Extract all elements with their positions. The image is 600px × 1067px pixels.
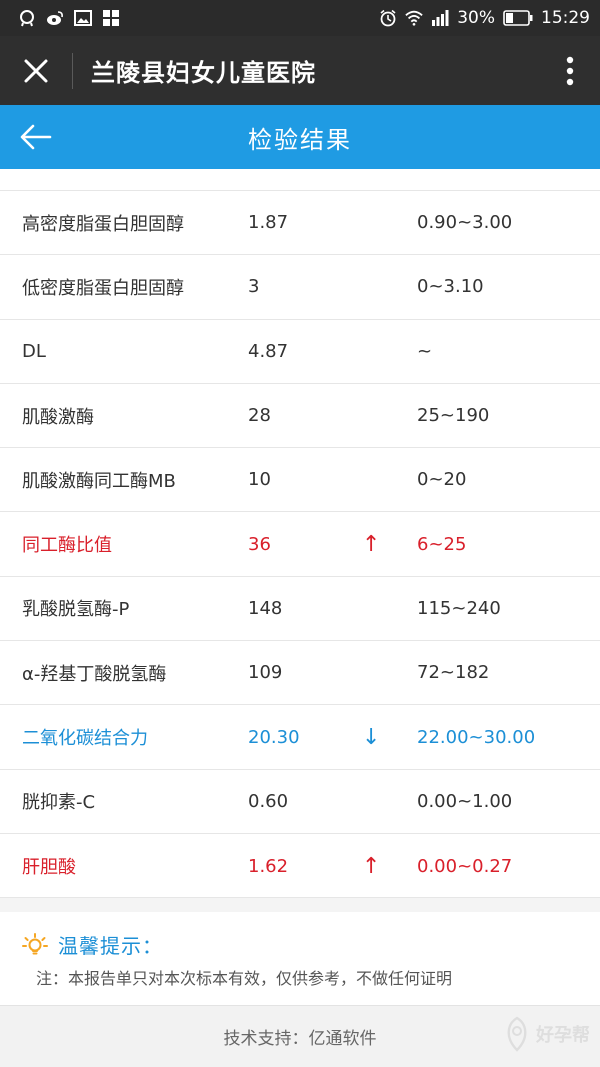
status-notifications xyxy=(18,9,120,27)
watermark-logo-icon xyxy=(507,1016,527,1052)
result-reference-range: 0~3.10 xyxy=(417,276,484,298)
alarm-icon xyxy=(380,9,396,27)
result-value: 109 xyxy=(248,662,283,684)
qq-icon xyxy=(20,10,34,27)
watermark-text: 好孕帮 xyxy=(536,1025,590,1046)
result-row: 高密度脂蛋白胆固醇 1.87 0.90~3.00 xyxy=(0,191,600,256)
result-name: 高密度脂蛋白胆固醇 xyxy=(22,213,184,235)
result-name: 胱抑素-C xyxy=(22,792,96,814)
result-reference-range: 0~20 xyxy=(417,469,467,491)
result-value: 3 xyxy=(248,276,260,298)
result-value: 0.60 xyxy=(248,790,289,812)
result-reference-range: 22.00~30.00 xyxy=(417,726,536,748)
result-name: 二氧化碳结合力 xyxy=(22,728,148,750)
webview-title-bar: 兰陵县妇女儿童医院 xyxy=(0,36,600,105)
result-reference-range: 0.00~0.27 xyxy=(417,855,513,877)
result-name: 肌酸激酶同工酶MB xyxy=(22,470,176,492)
results-table[interactable]: 高密度脂蛋白胆固醇 1.87 0.90~3.00 低密度脂蛋白胆固醇 3 0~3.10 DL… xyxy=(0,169,600,897)
battery-icon xyxy=(503,10,533,26)
close-icon xyxy=(24,59,48,82)
footer-text: 技术支持：亿通软件 xyxy=(223,1029,377,1049)
result-value: 1.87 xyxy=(248,212,289,234)
tip-note: 注：本报告单只对本次标本有效，仅供参考，不做任何证明 xyxy=(36,969,453,988)
result-row: 同工酶比值 36 ↑ 6~25 xyxy=(0,512,600,577)
status-bar: 30% 15:29 xyxy=(0,0,600,36)
tip-section: 温馨提示： 注：本报告单只对本次标本有效，仅供参考，不做任何证明 xyxy=(0,912,600,1005)
status-system: 30% 15:29 xyxy=(379,8,590,28)
watermark: 好孕帮 xyxy=(502,1016,590,1052)
result-row: α-羟基丁酸脱氢酶 109 72~182 xyxy=(0,641,600,706)
result-flag: ↓ xyxy=(362,724,381,750)
result-name: 肌酸激酶 xyxy=(22,406,94,428)
section-gap xyxy=(0,897,600,912)
result-row: 低密度脂蛋白胆固醇 3 0~3.10 xyxy=(0,255,600,320)
result-name: 肝胆酸 xyxy=(22,857,76,879)
page-header: 检验结果 xyxy=(0,105,600,169)
result-reference-range: 25~190 xyxy=(417,405,490,427)
result-name: DL xyxy=(22,340,46,362)
result-row: 肌酸激酶 28 25~190 xyxy=(0,384,600,449)
more-menu-button[interactable] xyxy=(540,36,600,105)
gallery-icon xyxy=(74,10,92,26)
tip-title: 温馨提示： xyxy=(58,934,163,958)
result-name: 乳酸脱氢酶-P xyxy=(22,599,130,621)
result-row: 胱抑素-C 0.60 0.00~1.00 xyxy=(0,770,600,834)
result-value: 28 xyxy=(248,405,271,427)
result-reference-range: 6~25 xyxy=(417,533,467,555)
result-value: 148 xyxy=(248,597,283,619)
result-value: 20.30 xyxy=(248,726,300,748)
result-reference-range: 115~240 xyxy=(417,597,501,619)
back-arrow-icon xyxy=(20,124,52,150)
result-row: 二氧化碳结合力 20.30 ↓ 22.00~30.00 xyxy=(0,705,600,770)
status-time: 15:29 xyxy=(541,8,590,28)
tip-header: 温馨提示： xyxy=(22,930,163,959)
results-top-strip xyxy=(0,169,600,191)
result-value: 36 xyxy=(248,533,271,555)
page-title: 检验结果 xyxy=(248,125,352,154)
more-vertical-icon xyxy=(566,56,574,85)
result-value: 1.62 xyxy=(248,855,289,877)
weibo-icon xyxy=(47,11,63,25)
result-reference-range: ~ xyxy=(417,340,433,362)
result-row: 乳酸脱氢酶-P 148 115~240 xyxy=(0,577,600,642)
back-button[interactable] xyxy=(14,115,58,159)
lightbulb-icon xyxy=(22,932,48,954)
battery-percent: 30% xyxy=(457,8,495,28)
page: 30% 15:29 兰陵县妇女儿童医院 检验结果 高密度脂蛋白胆固醇 1.87 … xyxy=(0,0,600,1067)
result-flag: ↑ xyxy=(362,531,381,557)
result-flag: ↑ xyxy=(362,853,381,879)
webview-title: 兰陵县妇女儿童医院 xyxy=(91,59,316,87)
results-rows: 高密度脂蛋白胆固醇 1.87 0.90~3.00 低密度脂蛋白胆固醇 3 0~3.10 DL… xyxy=(0,191,600,897)
result-reference-range: 0.00~1.00 xyxy=(417,790,513,812)
result-reference-range: 0.90~3.00 xyxy=(417,212,513,234)
result-name: α-羟基丁酸脱氢酶 xyxy=(22,663,167,685)
footer: 技术支持：亿通软件 好孕帮 xyxy=(0,1005,600,1067)
result-name: 低密度脂蛋白胆固醇 xyxy=(22,277,184,299)
close-button[interactable] xyxy=(0,36,72,105)
wifi-icon xyxy=(405,10,423,26)
signal-icon xyxy=(432,10,449,26)
apps-icon xyxy=(103,10,119,26)
result-value: 10 xyxy=(248,469,271,491)
result-row: 肝胆酸 1.62 ↑ 0.00~0.27 xyxy=(0,834,600,897)
result-value: 4.87 xyxy=(248,340,289,362)
result-row: DL 4.87 ~ xyxy=(0,320,600,384)
result-row: 肌酸激酶同工酶MB 10 0~20 xyxy=(0,448,600,513)
result-name: 同工酶比值 xyxy=(22,535,112,557)
result-reference-range: 72~182 xyxy=(417,662,490,684)
